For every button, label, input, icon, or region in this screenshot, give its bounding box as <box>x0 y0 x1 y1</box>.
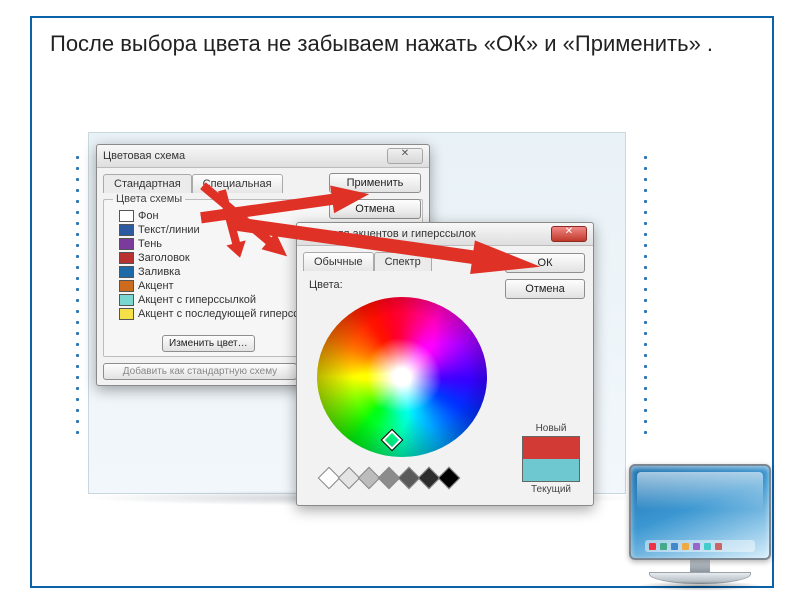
monitor-stand <box>690 560 710 572</box>
color-swatch <box>119 252 134 264</box>
cancel-button[interactable]: Отмена <box>505 279 585 299</box>
color-swatch <box>119 210 134 222</box>
add-standard-scheme-button[interactable]: Добавить как стандартную схему <box>103 363 297 380</box>
scheme-item-label: Фон <box>138 210 159 222</box>
group-label: Цвета схемы <box>113 193 185 205</box>
monitor-illustration <box>626 464 774 600</box>
color-swatch <box>119 280 134 292</box>
monitor-shadow <box>636 581 764 591</box>
tab-standard[interactable]: Стандартная <box>103 174 192 193</box>
titlebar[interactable]: Цветовая схема ✕ <box>97 145 429 168</box>
dot-column <box>640 148 650 478</box>
color-swatch <box>119 238 134 250</box>
dialog-title: Цветовая схема <box>103 150 185 162</box>
scheme-item-label: Заголовок <box>138 252 190 264</box>
tab-usual[interactable]: Обычные <box>303 252 374 271</box>
close-button[interactable]: ✕ <box>387 148 423 164</box>
change-color-button[interactable]: Изменить цвет… <box>162 335 255 352</box>
current-label: Текущий <box>519 484 583 495</box>
scheme-item-label: Заливка <box>138 266 180 278</box>
dot-column <box>72 148 82 478</box>
color-swatch <box>119 308 134 320</box>
scheme-item-label: Акцент <box>138 280 174 292</box>
new-label: Новый <box>519 423 583 434</box>
current-color-swatch <box>523 459 579 481</box>
color-swatch <box>119 294 134 306</box>
close-button[interactable]: ✕ <box>551 226 587 242</box>
color-swatch <box>119 266 134 278</box>
color-swatch <box>119 224 134 236</box>
new-current-preview: Новый Текущий <box>519 423 583 495</box>
scheme-item-label: Текст/линии <box>138 224 200 236</box>
monitor-screen <box>629 464 771 560</box>
scheme-item-label: Акцент с гиперссылкой <box>138 294 256 306</box>
gray-swatch[interactable] <box>438 467 461 490</box>
dock-bar <box>645 540 755 552</box>
grayscale-row[interactable] <box>321 469 481 487</box>
close-icon: ✕ <box>552 226 586 237</box>
scheme-item-label: Тень <box>138 238 162 250</box>
caption-text: После выбора цвета не забываем нажать «О… <box>50 30 750 58</box>
colors-label: Цвета: <box>309 279 343 291</box>
accent-color-dialog: Цвет для акцентов и гиперссылок ✕ Обычны… <box>296 222 594 506</box>
color-hex-wheel[interactable] <box>317 297 487 457</box>
new-color-swatch <box>523 437 579 459</box>
close-icon: ✕ <box>388 148 422 159</box>
slide: После выбора цвета не забываем нажать «О… <box>0 0 800 600</box>
